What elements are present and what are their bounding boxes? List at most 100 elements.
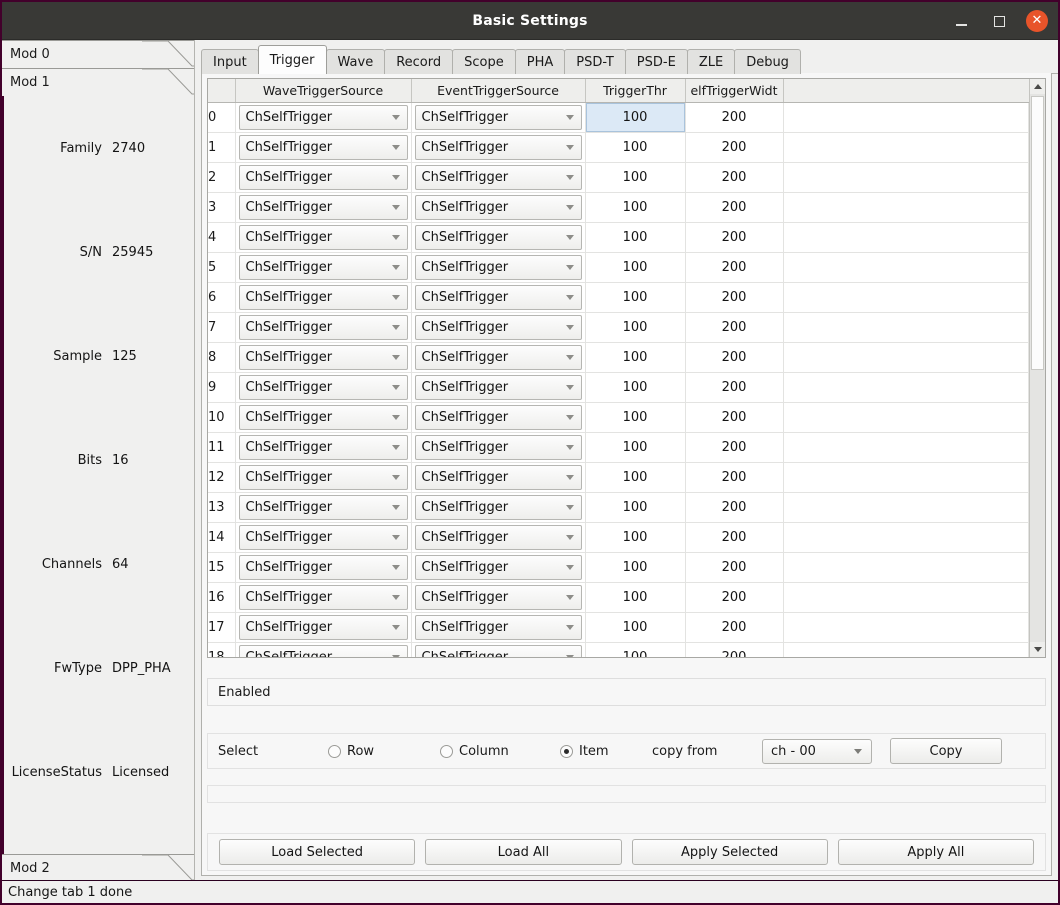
maximize-button[interactable] [988, 10, 1010, 32]
cell-event-trigger-source-dropdown[interactable]: ChSelfTrigger [414, 344, 582, 370]
cell-wave-trigger-source-dropdown[interactable]: ChSelfTrigger [238, 194, 408, 220]
cell-event-trigger-source[interactable]: ChSelfTrigger [411, 222, 586, 253]
cell-event-trigger-source[interactable]: ChSelfTrigger [411, 312, 586, 343]
table-row[interactable]: 13 ChSelfTrigger ChSelfTrigger 100 200 [208, 492, 1029, 523]
column-header-self-trigger-width[interactable]: elfTriggerWidt [685, 79, 784, 103]
module-tab-mod-0[interactable]: Mod 0 [2, 40, 194, 68]
cell-event-trigger-source[interactable]: ChSelfTrigger [411, 432, 586, 463]
cell-wave-trigger-source-dropdown[interactable]: ChSelfTrigger [238, 524, 408, 550]
row-header-index[interactable]: 13 [208, 492, 236, 523]
cell-event-trigger-source[interactable]: ChSelfTrigger [411, 102, 586, 133]
cell-trigger-thr[interactable]: 100 [585, 192, 686, 223]
cell-wave-trigger-source-dropdown[interactable]: ChSelfTrigger [238, 614, 408, 640]
apply-all-button[interactable]: Apply All [837, 839, 1034, 865]
cell-self-trigger-width[interactable]: 200 [685, 252, 784, 283]
cell-self-trigger-width[interactable]: 200 [685, 402, 784, 433]
cell-self-trigger-width[interactable]: 200 [685, 102, 784, 133]
cell-wave-trigger-source[interactable]: ChSelfTrigger [235, 462, 412, 493]
cell-self-trigger-width[interactable]: 200 [685, 432, 784, 463]
cell-self-trigger-width[interactable]: 200 [685, 342, 784, 373]
cell-self-trigger-width[interactable]: 200 [685, 582, 784, 613]
cell-event-trigger-source-dropdown[interactable]: ChSelfTrigger [414, 194, 582, 220]
table-row[interactable]: 1 ChSelfTrigger ChSelfTrigger 100 200 [208, 132, 1029, 163]
cell-wave-trigger-source-dropdown[interactable]: ChSelfTrigger [238, 404, 408, 430]
cell-trigger-thr[interactable]: 100 [585, 462, 686, 493]
cell-event-trigger-source-dropdown[interactable]: ChSelfTrigger [414, 584, 582, 610]
radio-select-row[interactable]: Row [328, 744, 440, 759]
module-tab-mod-1[interactable]: Mod 1 [2, 68, 194, 96]
cell-trigger-thr[interactable]: 100 [585, 312, 686, 343]
cell-self-trigger-width[interactable]: 200 [685, 492, 784, 523]
cell-wave-trigger-source[interactable]: ChSelfTrigger [235, 552, 412, 583]
cell-wave-trigger-source[interactable]: ChSelfTrigger [235, 522, 412, 553]
load-all-button[interactable]: Load All [425, 839, 622, 865]
cell-event-trigger-source-dropdown[interactable]: ChSelfTrigger [414, 464, 582, 490]
cell-event-trigger-source[interactable]: ChSelfTrigger [411, 372, 586, 403]
copy-from-channel-dropdown[interactable]: ch - 00 [762, 738, 872, 764]
column-header-event-trigger-source[interactable]: EventTriggerSource [411, 79, 586, 103]
enabled-bar[interactable]: Enabled [207, 678, 1046, 706]
row-header-index[interactable]: 17 [208, 612, 236, 643]
row-header-index[interactable]: 0 [208, 102, 236, 133]
cell-wave-trigger-source-dropdown[interactable]: ChSelfTrigger [238, 494, 408, 520]
cell-wave-trigger-source[interactable]: ChSelfTrigger [235, 162, 412, 193]
cell-trigger-thr[interactable]: 100 [585, 102, 686, 133]
tab-record[interactable]: Record [384, 49, 454, 74]
cell-event-trigger-source[interactable]: ChSelfTrigger [411, 552, 586, 583]
cell-wave-trigger-source[interactable]: ChSelfTrigger [235, 372, 412, 403]
row-header-index[interactable]: 16 [208, 582, 236, 613]
row-header-index[interactable]: 8 [208, 342, 236, 373]
cell-event-trigger-source-dropdown[interactable]: ChSelfTrigger [414, 224, 582, 250]
load-selected-button[interactable]: Load Selected [219, 839, 416, 865]
cell-event-trigger-source[interactable]: ChSelfTrigger [411, 582, 586, 613]
cell-event-trigger-source[interactable]: ChSelfTrigger [411, 282, 586, 313]
cell-wave-trigger-source[interactable]: ChSelfTrigger [235, 102, 412, 133]
cell-trigger-thr[interactable]: 100 [585, 552, 686, 583]
tab-psd-t[interactable]: PSD-T [564, 49, 626, 74]
cell-wave-trigger-source-dropdown[interactable]: ChSelfTrigger [238, 224, 408, 250]
table-row[interactable]: 16 ChSelfTrigger ChSelfTrigger 100 200 [208, 582, 1029, 613]
scroll-down-arrow-icon[interactable] [1030, 642, 1045, 657]
scroll-up-arrow-icon[interactable] [1030, 79, 1045, 94]
cell-wave-trigger-source[interactable]: ChSelfTrigger [235, 282, 412, 313]
cell-trigger-thr[interactable]: 100 [585, 402, 686, 433]
cell-self-trigger-width[interactable]: 200 [685, 162, 784, 193]
cell-wave-trigger-source[interactable]: ChSelfTrigger [235, 582, 412, 613]
cell-event-trigger-source-dropdown[interactable]: ChSelfTrigger [414, 284, 582, 310]
table-row[interactable]: 5 ChSelfTrigger ChSelfTrigger 100 200 [208, 252, 1029, 283]
apply-selected-button[interactable]: Apply Selected [631, 839, 828, 865]
row-header-index[interactable]: 2 [208, 162, 236, 193]
table-row[interactable]: 15 ChSelfTrigger ChSelfTrigger 100 200 [208, 552, 1029, 583]
cell-event-trigger-source[interactable]: ChSelfTrigger [411, 612, 586, 643]
cell-wave-trigger-source-dropdown[interactable]: ChSelfTrigger [238, 464, 408, 490]
cell-event-trigger-source-dropdown[interactable]: ChSelfTrigger [414, 644, 582, 657]
cell-wave-trigger-source-dropdown[interactable]: ChSelfTrigger [238, 104, 408, 130]
row-header-index[interactable]: 10 [208, 402, 236, 433]
cell-trigger-thr[interactable]: 100 [585, 522, 686, 553]
cell-trigger-thr[interactable]: 100 [585, 642, 686, 657]
cell-wave-trigger-source[interactable]: ChSelfTrigger [235, 252, 412, 283]
row-header-index[interactable]: 4 [208, 222, 236, 253]
cell-wave-trigger-source-dropdown[interactable]: ChSelfTrigger [238, 254, 408, 280]
cell-trigger-thr[interactable]: 100 [585, 282, 686, 313]
tab-wave[interactable]: Wave [325, 49, 386, 74]
cell-wave-trigger-source[interactable]: ChSelfTrigger [235, 132, 412, 163]
table-row[interactable]: 8 ChSelfTrigger ChSelfTrigger 100 200 [208, 342, 1029, 373]
cell-event-trigger-source-dropdown[interactable]: ChSelfTrigger [414, 104, 582, 130]
cell-event-trigger-source[interactable]: ChSelfTrigger [411, 642, 586, 657]
tab-scope[interactable]: Scope [452, 49, 516, 74]
table-row[interactable]: 2 ChSelfTrigger ChSelfTrigger 100 200 [208, 162, 1029, 193]
cell-trigger-thr[interactable]: 100 [585, 132, 686, 163]
cell-self-trigger-width[interactable]: 200 [685, 282, 784, 313]
tab-zle[interactable]: ZLE [686, 49, 736, 74]
cell-wave-trigger-source-dropdown[interactable]: ChSelfTrigger [238, 554, 408, 580]
table-row[interactable]: 9 ChSelfTrigger ChSelfTrigger 100 200 [208, 372, 1029, 403]
column-header-trigger-thr[interactable]: TriggerThr [585, 79, 686, 103]
cell-self-trigger-width[interactable]: 200 [685, 462, 784, 493]
close-button[interactable]: ✕ [1026, 10, 1048, 32]
cell-event-trigger-source-dropdown[interactable]: ChSelfTrigger [414, 404, 582, 430]
minimize-button[interactable] [950, 10, 972, 32]
cell-self-trigger-width[interactable]: 200 [685, 612, 784, 643]
cell-self-trigger-width[interactable]: 200 [685, 372, 784, 403]
cell-wave-trigger-source[interactable]: ChSelfTrigger [235, 642, 412, 657]
